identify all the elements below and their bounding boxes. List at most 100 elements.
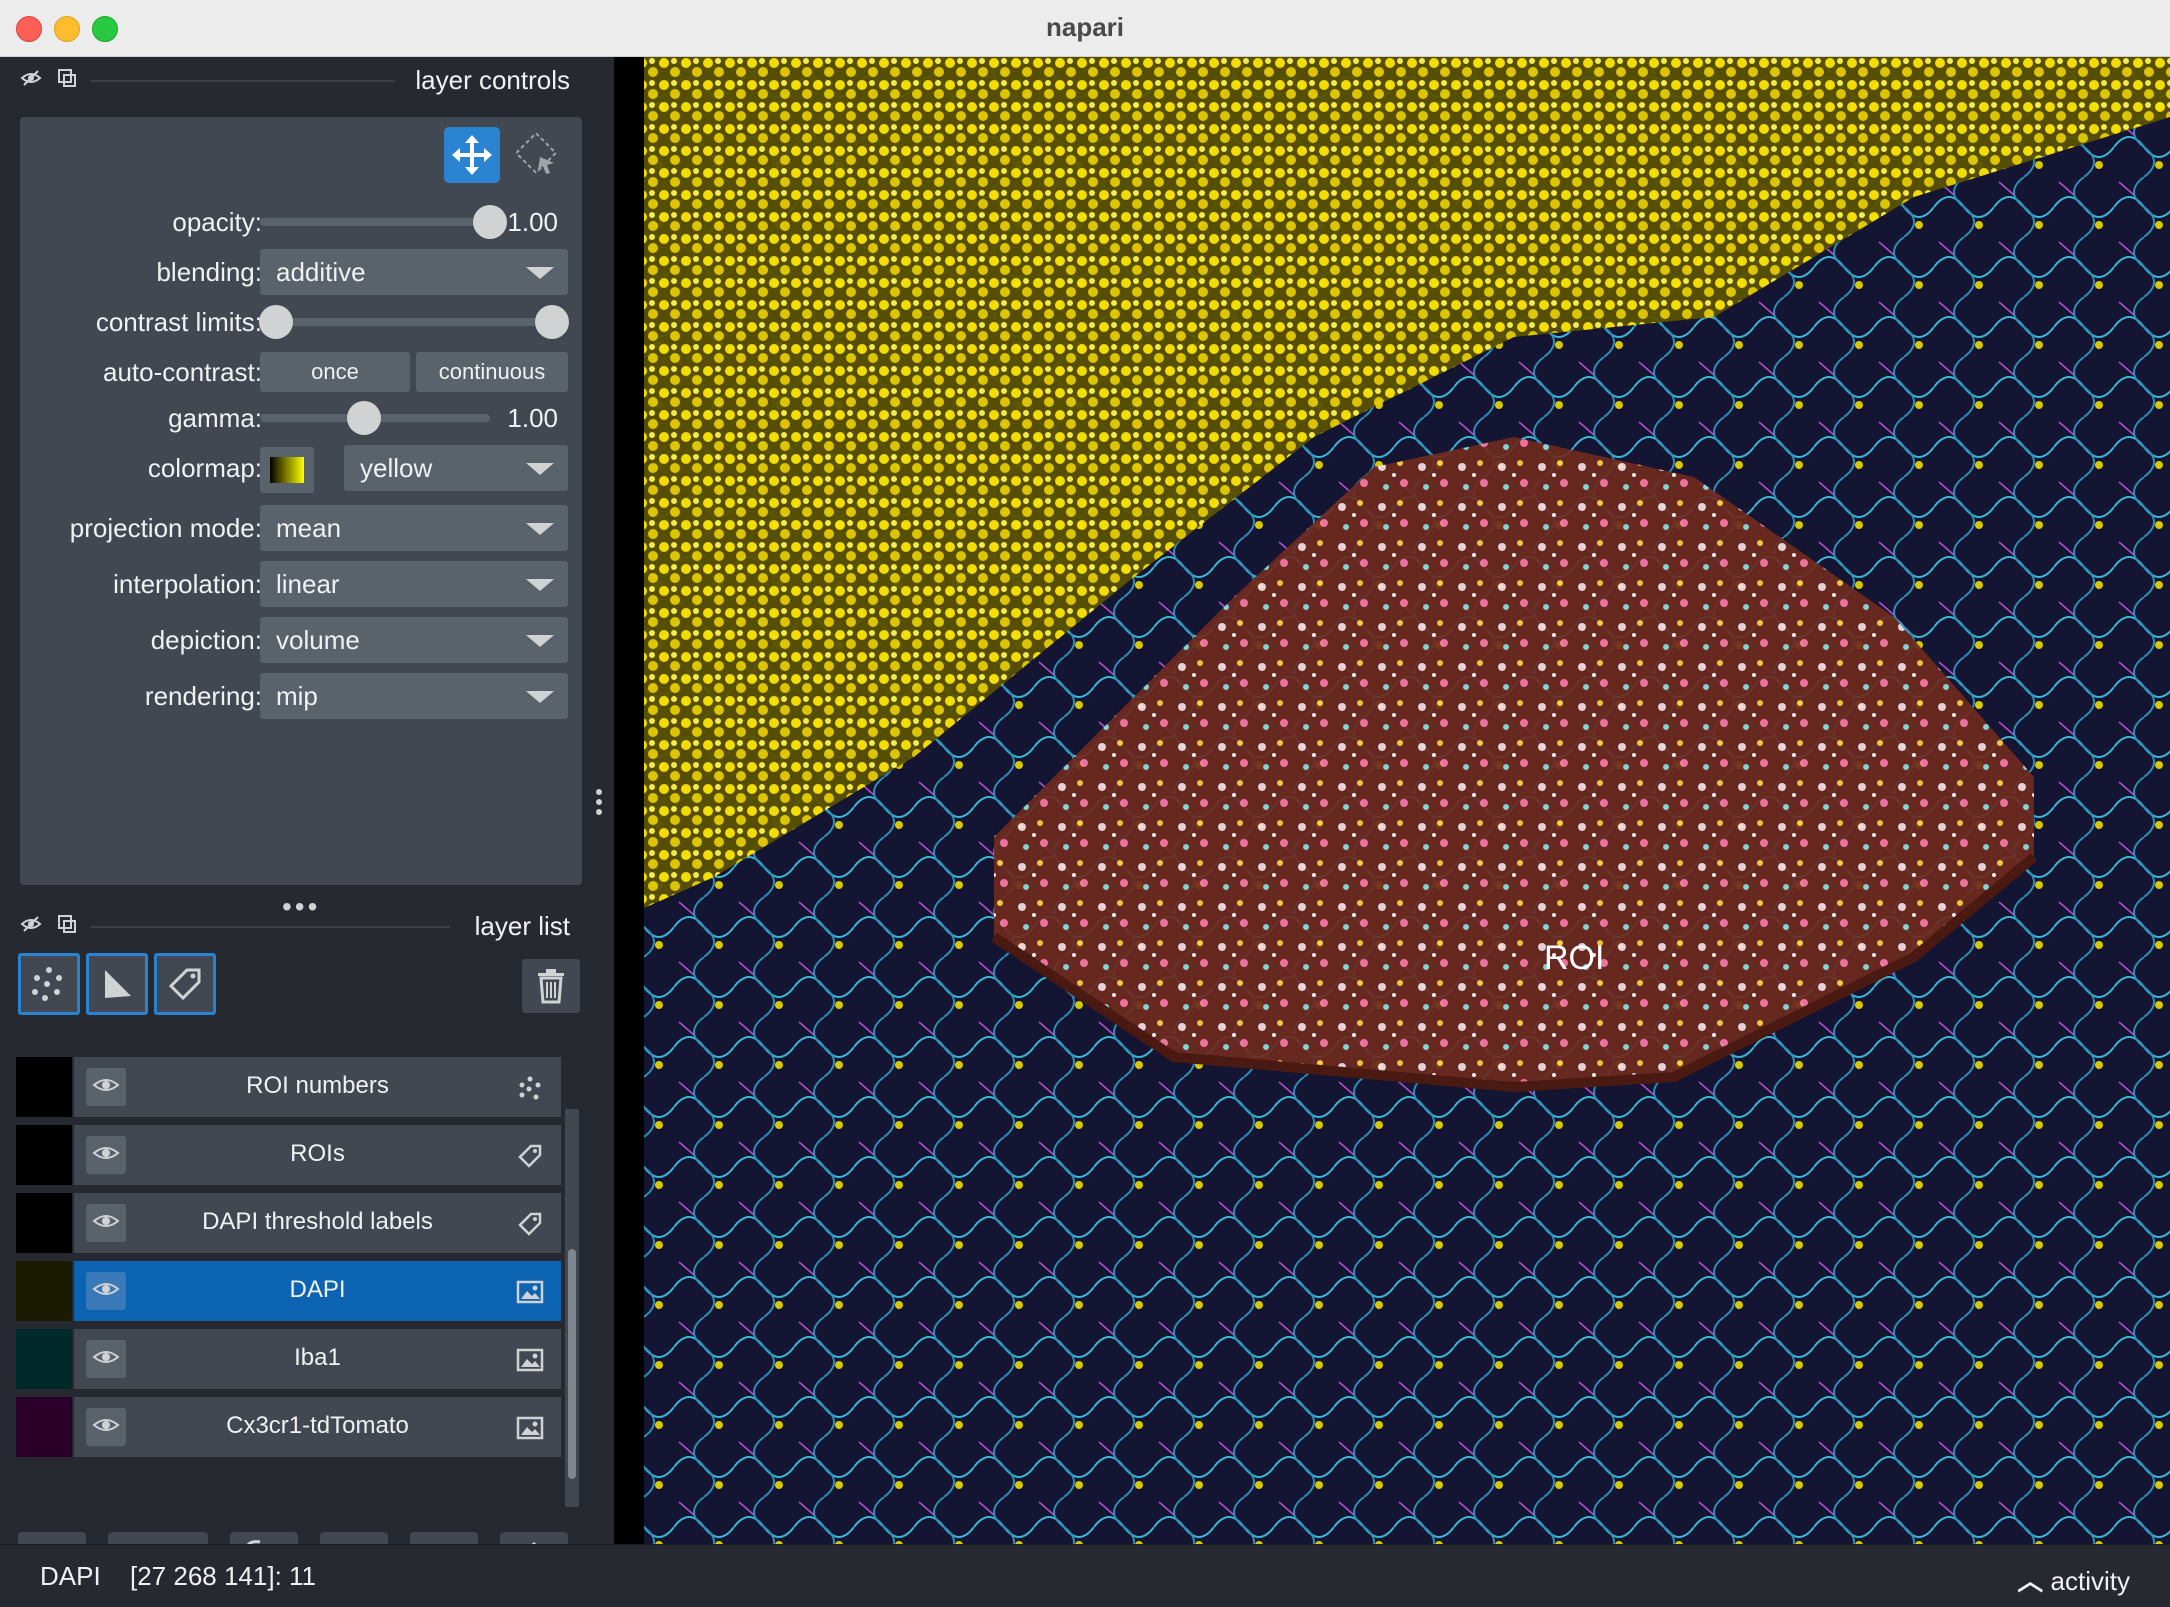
- gamma-value: 1.00: [507, 403, 558, 433]
- new-points-layer-button[interactable]: [18, 953, 80, 1015]
- layer-row[interactable]: DAPI: [16, 1261, 561, 1321]
- opacity-slider-handle[interactable]: [473, 205, 507, 239]
- layer-list-header: layer list: [0, 903, 590, 949]
- colormap-dropdown[interactable]: yellow: [344, 445, 568, 491]
- eye-icon: [92, 1415, 120, 1440]
- hide-panel-icon[interactable]: [20, 67, 42, 89]
- layer-row-body[interactable]: Iba1: [74, 1329, 561, 1389]
- opacity-label: opacity:: [172, 207, 262, 237]
- trash-icon: [538, 969, 564, 1004]
- depiction-row: depiction: volume: [20, 617, 582, 663]
- layer-thumbnail: [16, 1397, 72, 1457]
- float-panel-icon[interactable]: [56, 913, 78, 935]
- layer-name[interactable]: Iba1: [134, 1344, 501, 1372]
- contrast-low-handle[interactable]: [259, 305, 293, 339]
- layer-list: ROI numbers ROIs DAPI threshold labels DAPI…: [16, 1057, 566, 1507]
- layer-name[interactable]: ROIs: [134, 1140, 501, 1168]
- layer-row-body[interactable]: ROIs: [74, 1125, 561, 1185]
- contrast-limits-slider[interactable]: [276, 318, 552, 326]
- title-bar: napari: [0, 0, 2170, 57]
- layer-row[interactable]: DAPI threshold labels: [16, 1193, 561, 1253]
- layer-list-scrollbar[interactable]: [565, 1109, 579, 1507]
- gamma-row: gamma: 1.00: [20, 395, 582, 441]
- gamma-slider-handle[interactable]: [346, 401, 381, 435]
- layer-thumbnail: [16, 1329, 72, 1389]
- visibility-toggle[interactable]: [86, 1136, 126, 1174]
- viewer-canvas[interactable]: ROI: [614, 57, 2170, 1544]
- layer-row[interactable]: Cx3cr1-tdTomato: [16, 1397, 561, 1457]
- layer-row-body[interactable]: Cx3cr1-tdTomato: [74, 1397, 561, 1457]
- hide-panel-icon[interactable]: [20, 913, 42, 935]
- opacity-row: opacity: 1.00: [20, 199, 582, 245]
- auto-contrast-continuous-button[interactable]: continuous: [416, 352, 568, 392]
- interpolation-row: interpolation: linear: [20, 561, 582, 607]
- opacity-slider[interactable]: [260, 218, 490, 226]
- layer-thumbnail: [16, 1193, 72, 1253]
- depiction-dropdown[interactable]: volume: [260, 617, 568, 663]
- contrast-limits-row: contrast limits:: [20, 299, 582, 345]
- interpolation-dropdown[interactable]: linear: [260, 561, 568, 607]
- visibility-toggle[interactable]: [86, 1204, 126, 1242]
- chevron-down-icon: [526, 267, 554, 279]
- labels-icon: [515, 1141, 545, 1171]
- blending-label: blending:: [156, 257, 262, 287]
- layer-row[interactable]: Iba1: [16, 1329, 561, 1389]
- interpolation-label: interpolation:: [113, 569, 262, 599]
- roi-label: ROI: [1544, 939, 1604, 977]
- visibility-toggle[interactable]: [86, 1408, 126, 1446]
- float-panel-icon[interactable]: [56, 67, 78, 89]
- visibility-toggle[interactable]: [86, 1272, 126, 1310]
- visibility-toggle[interactable]: [86, 1340, 126, 1378]
- blending-dropdown[interactable]: additive: [260, 249, 568, 295]
- points-icon: [515, 1073, 545, 1103]
- blending-value: additive: [276, 257, 366, 287]
- layer-name[interactable]: DAPI: [134, 1276, 501, 1304]
- layer-row-body[interactable]: DAPI threshold labels: [74, 1193, 561, 1253]
- layer-row[interactable]: ROI numbers: [16, 1057, 561, 1117]
- pan-zoom-button[interactable]: [444, 127, 500, 183]
- colormap-label: colormap:: [147, 453, 262, 483]
- new-shapes-layer-button[interactable]: [86, 953, 148, 1015]
- depiction-value: volume: [276, 625, 360, 655]
- auto-contrast-row: auto-contrast: once continuous: [20, 349, 582, 395]
- layer-controls-panel: opacity: 1.00 blending: additive contras…: [20, 117, 582, 885]
- auto-contrast-once-button[interactable]: once: [260, 352, 410, 392]
- layer-name[interactable]: DAPI threshold labels: [134, 1208, 501, 1236]
- activity-button[interactable]: ︿ activity: [2017, 1561, 2130, 1598]
- layer-thumbnail: [16, 1261, 72, 1321]
- layer-row-body[interactable]: ROI numbers: [74, 1057, 561, 1117]
- status-active-layer: DAPI: [40, 1561, 101, 1591]
- layer-row-body[interactable]: DAPI: [74, 1261, 561, 1321]
- scrollbar-thumb[interactable]: [568, 1249, 576, 1479]
- contrast-high-handle[interactable]: [535, 305, 569, 339]
- interpolation-value: linear: [276, 569, 340, 599]
- image-icon: [515, 1345, 545, 1375]
- layer-name[interactable]: Cx3cr1-tdTomato: [134, 1412, 501, 1440]
- eye-icon: [92, 1143, 120, 1168]
- layer-controls-header: layer controls: [0, 57, 590, 103]
- layer-name[interactable]: ROI numbers: [134, 1072, 501, 1100]
- blending-row: blending: additive: [20, 249, 582, 295]
- transform-button[interactable]: [510, 127, 566, 183]
- visibility-toggle[interactable]: [86, 1068, 126, 1106]
- delete-layer-button[interactable]: [522, 959, 580, 1013]
- rendering-dropdown[interactable]: mip: [260, 673, 568, 719]
- opacity-value: 1.00: [507, 207, 558, 237]
- chevron-down-icon: [526, 463, 554, 475]
- projection-mode-dropdown[interactable]: mean: [260, 505, 568, 551]
- points-icon: [32, 967, 62, 1001]
- window-title: napari: [1045, 12, 1125, 42]
- labels-tag-icon: [168, 968, 201, 1001]
- rendering-value: mip: [276, 681, 318, 711]
- eye-icon: [92, 1211, 120, 1236]
- depiction-label: depiction:: [150, 625, 262, 655]
- layer-thumbnail: [16, 1125, 72, 1185]
- new-labels-layer-button[interactable]: [154, 953, 216, 1015]
- colormap-swatch[interactable]: [260, 447, 314, 493]
- activity-label: activity: [2050, 1566, 2130, 1596]
- dock-splitter-handle[interactable]: [596, 785, 604, 825]
- layer-row[interactable]: ROIs: [16, 1125, 561, 1185]
- layer-controls-title: layer controls: [415, 65, 570, 95]
- chevron-down-icon: [526, 635, 554, 647]
- chevron-down-icon: [526, 691, 554, 703]
